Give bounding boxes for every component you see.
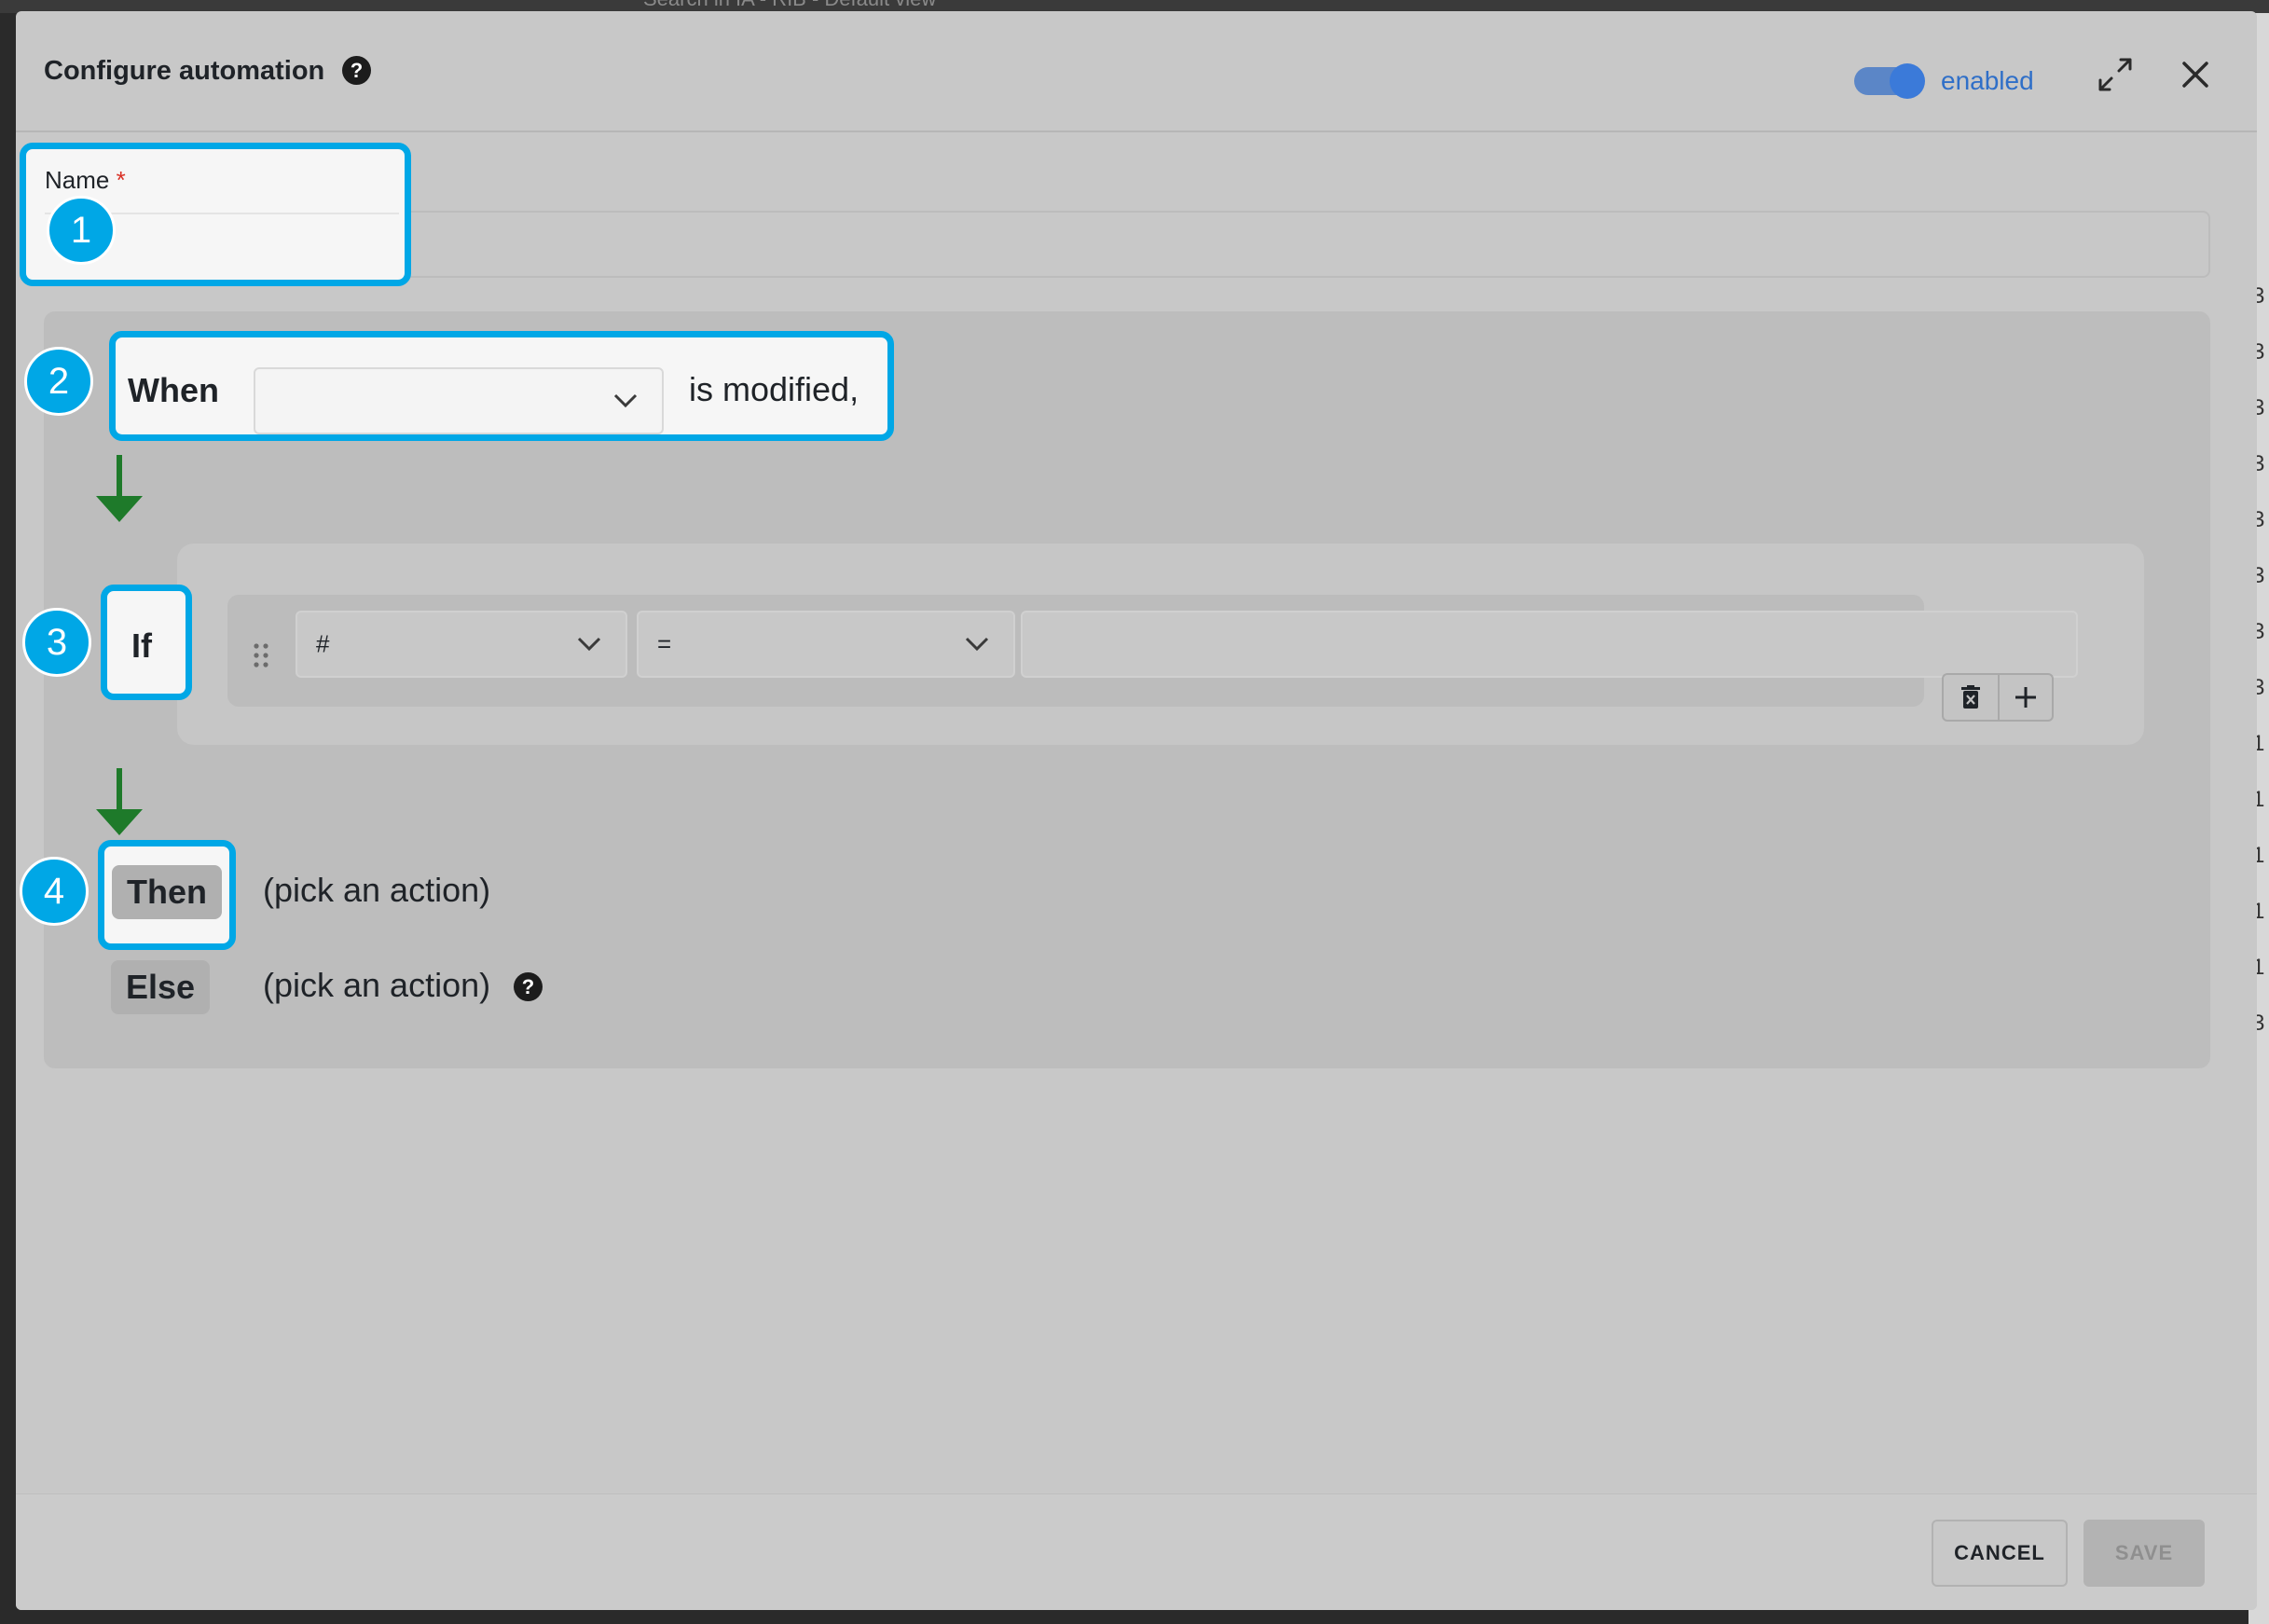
enabled-label[interactable]: enabled [1941, 66, 2034, 96]
expand-icon[interactable] [2095, 54, 2136, 95]
condition-field-select[interactable]: # [296, 611, 627, 678]
highlight-then-action: Then [98, 840, 236, 950]
delete-condition-button[interactable] [1944, 675, 1998, 720]
plus-icon [2015, 687, 2036, 708]
chevron-down-icon [577, 637, 601, 652]
condition-actions [1942, 673, 2054, 722]
then-action-picker[interactable]: (pick an action) [263, 871, 490, 910]
highlight-when-trigger: When is modified, [109, 331, 894, 441]
toggle-knob [1890, 63, 1925, 99]
else-keyword: Else [111, 960, 211, 1014]
help-icon[interactable]: ? [342, 56, 371, 85]
dialog-title: Configure automation [44, 56, 325, 86]
when-suffix-text-highlight: is modified, [689, 370, 859, 408]
dialog-footer [16, 1493, 2257, 1610]
condition-field-value: # [316, 629, 330, 658]
dialog-header: Configure automation ? enabled [16, 11, 2257, 132]
cancel-button[interactable]: CANCEL [1932, 1520, 2068, 1587]
arrow-down-icon [96, 768, 143, 835]
chevron-down-icon [613, 393, 638, 408]
annotation-badge: 3 [22, 608, 91, 677]
arrow-down-icon [96, 455, 143, 522]
chevron-down-icon [965, 637, 989, 652]
delete-icon [1961, 685, 1980, 709]
save-button[interactable]: SAVE [2083, 1520, 2205, 1587]
condition-value-input[interactable] [1021, 611, 2078, 678]
annotation-badge: 1 [47, 196, 116, 265]
when-field-select[interactable] [254, 367, 664, 434]
name-label-text: Name [45, 166, 110, 194]
close-icon[interactable] [2177, 56, 2214, 93]
condition-operator-value: = [657, 629, 672, 658]
annotation-badge: 4 [20, 857, 89, 926]
highlight-if-condition: If [101, 585, 192, 700]
drag-handle-icon[interactable] [254, 643, 268, 667]
annotation-badge: 2 [24, 347, 93, 416]
help-icon[interactable]: ? [514, 972, 543, 1001]
required-mark: * [116, 166, 126, 194]
when-keyword: When [128, 371, 219, 409]
condition-operator-select[interactable]: = [637, 611, 1015, 678]
enabled-toggle[interactable] [1854, 63, 1925, 99]
if-keyword: If [131, 626, 152, 665]
name-label: Name * [45, 166, 126, 195]
then-keyword: Then [112, 865, 222, 919]
else-action-picker[interactable]: (pick an action) [263, 966, 490, 1005]
add-condition-button[interactable] [1998, 675, 2052, 720]
